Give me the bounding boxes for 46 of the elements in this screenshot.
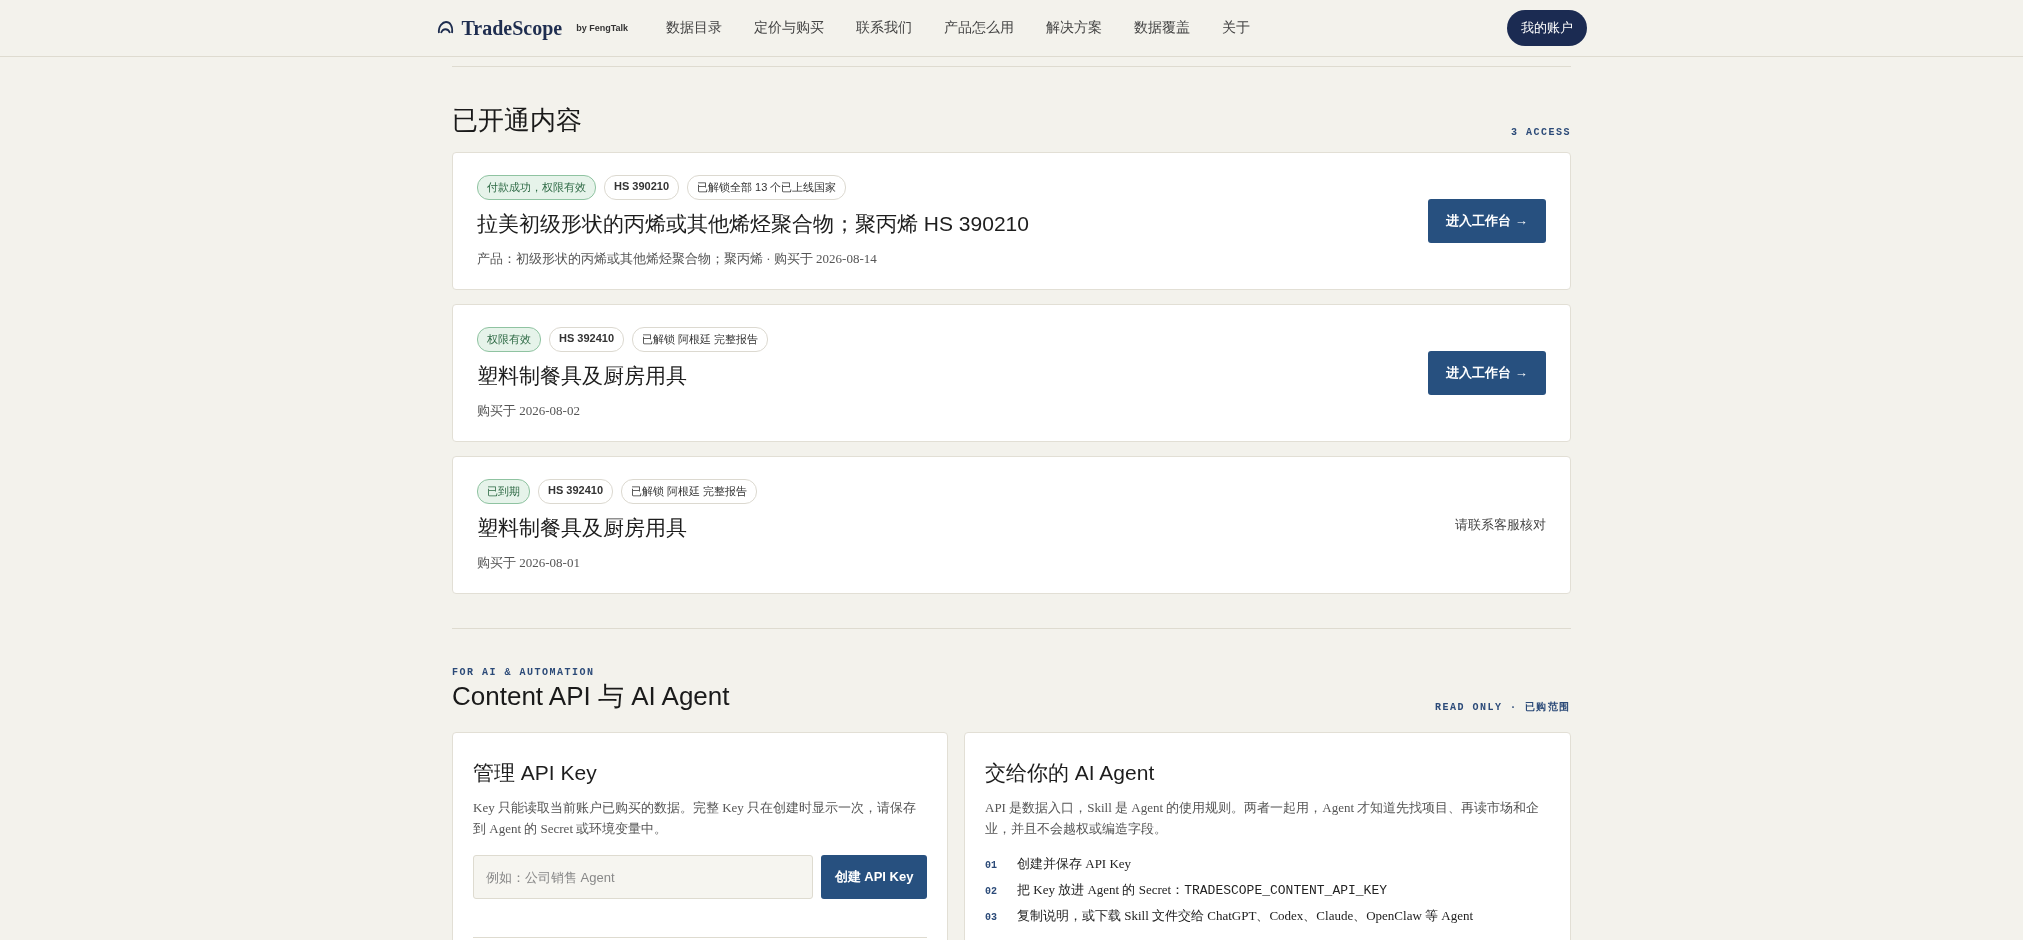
scope-label: READ ONLY · 已购范围: [1435, 700, 1571, 714]
status-badge: 权限有效: [477, 326, 541, 352]
brand-name[interactable]: TradeScope: [461, 16, 563, 40]
key-name-input[interactable]: 例如：公司销售 Agent: [473, 855, 813, 899]
card-title: 交给你的 AI Agent: [985, 760, 1156, 786]
scope-tag: 已解锁 阿根廷 完整报告: [632, 326, 769, 352]
purchase-meta: 购买于 2026-08-02: [477, 401, 581, 420]
workspace-button[interactable]: 进入工作台 →: [1428, 199, 1546, 243]
step-number: 03: [985, 912, 997, 923]
card-description: Key 只能读取当前账户已购买的数据。完整 Key 只在创建时显示一次，请保存到 Agent 的 Secret 或环境变量中。: [473, 799, 918, 838]
account-button[interactable]: 我的账户: [1506, 10, 1587, 46]
brand-subtitle: by FengTalk: [576, 23, 629, 33]
step-text: 把 Key 放进 Agent 的 Secret：TRADESCOPE_CONTENT_API_KEY: [1017, 881, 1387, 899]
nav-link[interactable]: 产品怎么用: [944, 19, 1015, 37]
hs-code-tag: HS 392410: [549, 326, 625, 352]
card-description: API 是数据入口，Skill 是 Agent 的使用规则。两者一起用，Agent 才知道先找项目、再读市场和企业，并且不会越权或编造字段。: [985, 799, 1541, 838]
step-text: 复制说明，或下载 Skill 文件交给 ChatGPT、Codex、Claude、OpenClaw 等 Agent: [1017, 907, 1474, 925]
step-number: 01: [985, 860, 997, 871]
card-title: 拉美初级形状的丙烯或其他烯烃聚合物；聚丙烯 HS 390210: [477, 210, 1030, 237]
access-count: 3 ACCESS: [1511, 127, 1571, 138]
nav-link[interactable]: 解决方案: [1046, 19, 1103, 37]
status-badge: 已到期: [477, 478, 530, 504]
purchase-meta: 购买于 2026-08-01: [477, 553, 581, 572]
nav-link[interactable]: 定价与购买: [754, 19, 825, 37]
scope-tag: 已解锁 阿根廷 完整报告: [621, 478, 758, 504]
create-key-button[interactable]: 创建 API Key: [821, 855, 927, 899]
support-note: 请联系客服核对: [1455, 516, 1546, 534]
eyebrow-label: FOR AI & AUTOMATION: [452, 667, 595, 678]
card-title: 塑料制餐具及厨房用具: [477, 514, 688, 541]
card-title: 塑料制餐具及厨房用具: [477, 362, 688, 389]
workspace-button[interactable]: 进入工作台 →: [1428, 351, 1546, 395]
step-number: 02: [985, 886, 997, 897]
logo-icon: [436, 20, 454, 36]
scope-tag: 已解锁全部 13 个已上线国家: [687, 174, 847, 200]
hs-code-tag: HS 392410: [538, 478, 614, 504]
hs-code-tag: HS 390210: [604, 174, 680, 200]
purchase-meta: 产品：初级形状的丙烯或其他烯烃聚合物；聚丙烯 · 购买于 2026-08-14: [477, 249, 878, 268]
nav-link[interactable]: 联系我们: [856, 19, 913, 37]
nav-link[interactable]: 数据覆盖: [1134, 19, 1191, 37]
nav-link[interactable]: 数据目录: [666, 19, 723, 37]
nav-link[interactable]: 关于: [1222, 19, 1251, 37]
section-title: 已开通内容: [452, 104, 582, 137]
section-title: Content API 与 AI Agent: [452, 680, 730, 713]
card-title: 管理 API Key: [473, 760, 598, 786]
status-badge: 付款成功，权限有效: [477, 174, 596, 200]
step-text: 创建并保存 API Key: [1017, 855, 1132, 873]
